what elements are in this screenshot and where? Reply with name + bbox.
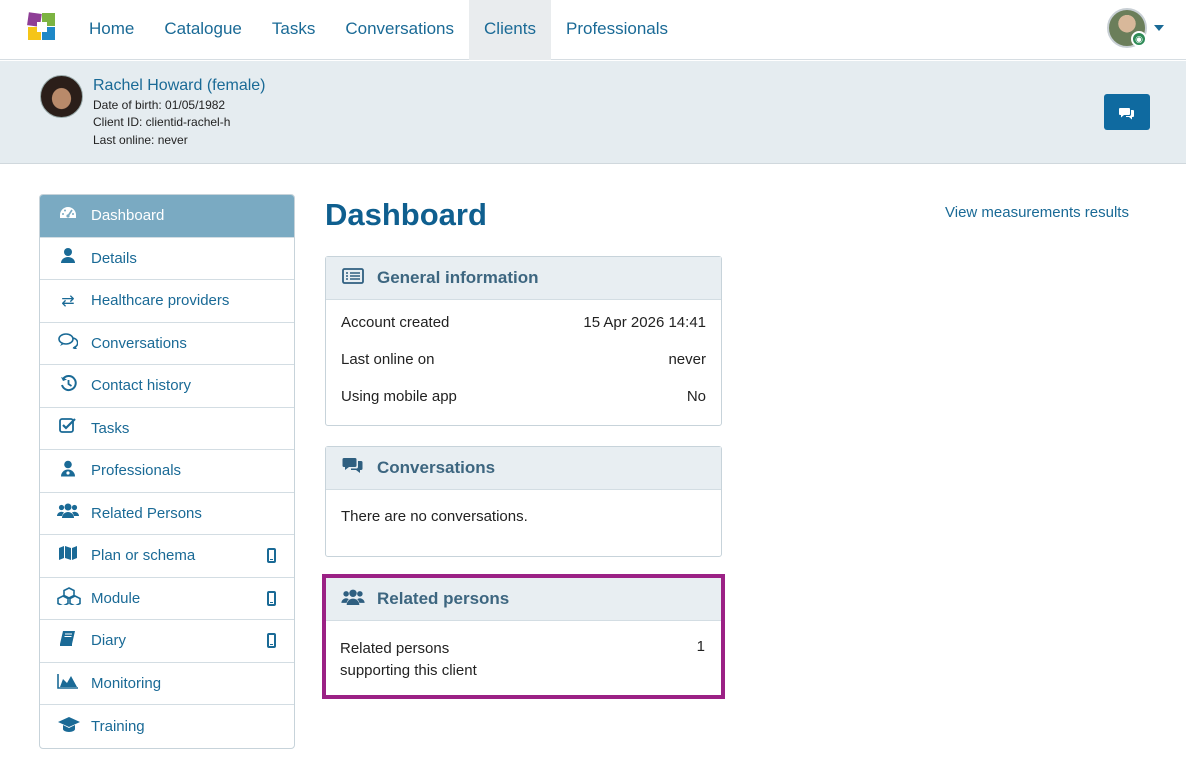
users-icon	[341, 588, 365, 611]
nav-catalogue[interactable]: Catalogue	[149, 0, 257, 60]
dashboard-icon	[57, 205, 79, 226]
mobile-phone-icon	[267, 590, 276, 606]
related-persons-count: 1	[696, 638, 705, 655]
history-icon	[57, 374, 79, 397]
sidebar-item-contact-history[interactable]: Contact history	[40, 365, 294, 408]
client-last-online: Last online: never	[93, 133, 188, 147]
sidebar-label: Module	[91, 589, 141, 607]
sidebar-item-module[interactable]: Module	[40, 578, 294, 620]
general-information-card: General information Account created 15 A…	[325, 256, 722, 426]
conversations-card: Conversations There are no conversations…	[325, 446, 722, 557]
sidebar-label: Professionals	[91, 462, 182, 480]
client-avatar	[40, 75, 83, 118]
page-title: Dashboard	[325, 197, 487, 232]
sidebar-label: Plan or schema	[91, 547, 196, 565]
card-header: General information	[326, 257, 721, 300]
sidebar-item-diary[interactable]: Diary	[40, 620, 294, 663]
related-persons-card: Related persons Related persons supporti…	[326, 578, 721, 695]
info-label: Account created	[341, 314, 450, 331]
sidebar-label: Tasks	[91, 419, 130, 437]
sidebar-item-professionals[interactable]: Professionals	[40, 450, 294, 493]
card-title: Related persons	[377, 589, 510, 608]
user-icon	[57, 247, 79, 269]
nav-tasks[interactable]: Tasks	[257, 0, 330, 60]
info-label: Using mobile app	[341, 388, 457, 405]
info-value: No	[686, 388, 706, 405]
card-header: Conversations	[326, 447, 721, 490]
info-row: Account created 15 Apr 2026 14:41	[326, 305, 721, 342]
related-persons-label: Related persons supporting this client	[340, 638, 477, 682]
sidebar-label: Contact history	[91, 377, 192, 395]
exchange-icon: ⇄	[61, 292, 75, 310]
sidebar-label: Diary	[91, 632, 127, 650]
no-conversations-text: There are no conversations.	[341, 508, 528, 525]
nav-clients[interactable]: Clients	[469, 0, 551, 60]
eye-icon: ◉	[1131, 31, 1147, 47]
graduation-cap-icon	[57, 716, 80, 737]
sidebar-item-conversations[interactable]: Conversations	[40, 323, 294, 365]
client-dob: Date of birth: 01/05/1982	[93, 98, 226, 112]
checkbox-icon	[57, 417, 79, 439]
sidebar-item-tasks[interactable]: Tasks	[40, 408, 294, 450]
chat-button[interactable]	[1104, 94, 1150, 130]
card-title: Conversations	[377, 458, 496, 477]
sidebar-item-related-persons[interactable]: Related Persons	[40, 493, 294, 535]
sidebar-item-plan-or-schema[interactable]: Plan or schema	[40, 535, 294, 578]
info-row: Using mobile app No	[326, 379, 721, 416]
nav-home[interactable]: Home	[74, 0, 149, 60]
sidebar-label: Training	[91, 717, 145, 735]
sidebar-item-healthcare-providers[interactable]: ⇄ Healthcare providers	[40, 280, 294, 323]
client-name[interactable]: Rachel Howard (female)	[93, 77, 266, 95]
sidebar-label: Dashboard	[91, 207, 165, 225]
map-icon	[57, 545, 79, 566]
chevron-down-icon[interactable]	[1154, 25, 1164, 31]
sidebar-item-details[interactable]: Details	[40, 238, 294, 280]
client-id: Client ID: clientid-rachel-h	[93, 115, 231, 129]
sidebar-label: Monitoring	[91, 674, 162, 692]
mobile-phone-icon	[267, 548, 276, 563]
sidebar-item-monitoring[interactable]: Monitoring	[40, 663, 294, 705]
info-value: never	[668, 351, 706, 368]
book-icon	[57, 630, 79, 652]
info-value: 15 Apr 2026 14:41	[583, 314, 706, 331]
top-navbar: Home Catalogue Tasks Conversations Clien…	[0, 0, 1186, 60]
info-row: Last online on never	[326, 342, 721, 379]
view-measurements-link[interactable]: View measurements results	[945, 204, 1129, 221]
related-label-line1: Related persons	[340, 640, 450, 657]
info-label: Last online on	[341, 351, 435, 368]
chat-icon	[1119, 108, 1134, 120]
comments-icon	[341, 457, 365, 479]
nav-conversations[interactable]: Conversations	[330, 0, 469, 60]
sidebar-item-dashboard[interactable]: Dashboard	[40, 195, 294, 238]
sidebar-item-training[interactable]: Training	[40, 705, 294, 748]
related-label-line2: supporting this client	[340, 662, 477, 679]
sidebar-label: Details	[91, 249, 137, 267]
chat-icon	[57, 332, 79, 354]
doctor-icon	[57, 460, 79, 482]
client-sidebar: Dashboard Details ⇄ Healthcare providers…	[39, 194, 295, 749]
users-icon	[57, 502, 79, 524]
sidebar-label: Conversations	[91, 334, 187, 352]
client-header: Rachel Howard (female) Date of birth: 01…	[0, 61, 1186, 164]
sidebar-label: Related Persons	[91, 504, 202, 522]
area-chart-icon	[57, 673, 79, 694]
card-title: General information	[377, 268, 539, 287]
app-logo-icon[interactable]	[27, 12, 57, 42]
mobile-phone-icon	[267, 633, 276, 648]
list-icon	[341, 267, 365, 289]
card-header: Related persons	[326, 578, 721, 621]
nav-professionals[interactable]: Professionals	[551, 0, 683, 60]
cubes-icon	[57, 586, 81, 610]
sidebar-label: Healthcare providers	[91, 292, 230, 310]
